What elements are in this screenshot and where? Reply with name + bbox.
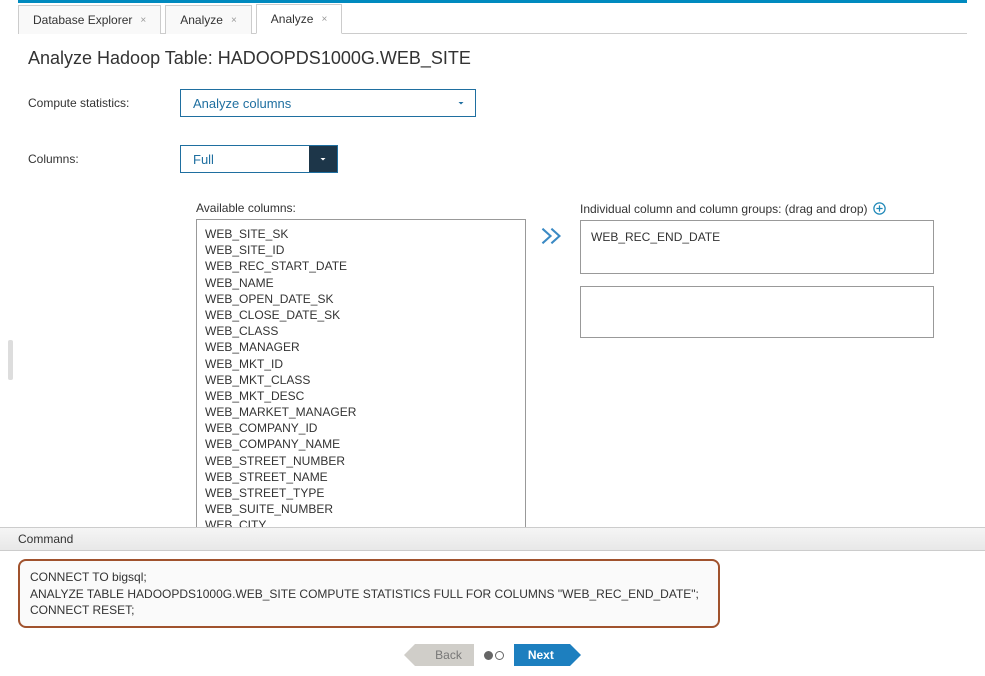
- chevron-down-icon[interactable]: [309, 146, 337, 172]
- command-line: ANALYZE TABLE HADOOPDS1000G.WEB_SITE COM…: [30, 586, 708, 602]
- column-group-listbox[interactable]: [580, 286, 934, 338]
- tab[interactable]: Analyze ×: [256, 4, 343, 34]
- close-icon[interactable]: ×: [140, 15, 146, 26]
- step-pager: [484, 651, 504, 660]
- compute-label: Compute statistics:: [28, 96, 180, 110]
- list-item[interactable]: WEB_SITE_SK: [205, 226, 517, 242]
- target-columns-label: Individual column and column groups: (dr…: [580, 201, 934, 216]
- list-item[interactable]: WEB_MKT_ID: [205, 356, 517, 372]
- list-item[interactable]: WEB_STREET_NUMBER: [205, 453, 517, 469]
- scrollbar[interactable]: [8, 340, 13, 380]
- list-item[interactable]: WEB_COMPANY_NAME: [205, 436, 517, 452]
- list-item[interactable]: WEB_MKT_DESC: [205, 388, 517, 404]
- step-dot: [495, 651, 504, 660]
- chevron-down-icon[interactable]: [447, 90, 475, 116]
- tab-label: Analyze: [271, 12, 314, 26]
- columns-mode-value: Full: [181, 146, 309, 172]
- list-item[interactable]: WEB_OPEN_DATE_SK: [205, 291, 517, 307]
- columns-label: Columns:: [28, 152, 180, 166]
- next-button-label: Next: [514, 644, 570, 666]
- transfer-right-icon[interactable]: [540, 225, 566, 247]
- step-dot: [484, 651, 493, 660]
- list-item[interactable]: WEB_NAME: [205, 275, 517, 291]
- back-button-label: Back: [415, 644, 474, 666]
- tab-label: Analyze: [180, 13, 223, 27]
- list-item[interactable]: WEB_REC_START_DATE: [205, 258, 517, 274]
- next-button[interactable]: Next: [514, 644, 581, 666]
- list-item[interactable]: WEB_MANAGER: [205, 339, 517, 355]
- compute-statistics-value: Analyze columns: [181, 90, 447, 116]
- list-item[interactable]: WEB_STREET_NAME: [205, 469, 517, 485]
- selected-columns-listbox[interactable]: WEB_REC_END_DATE: [580, 220, 934, 274]
- list-item[interactable]: WEB_REC_END_DATE: [591, 229, 923, 245]
- add-group-icon[interactable]: [872, 201, 887, 216]
- available-columns-label: Available columns:: [196, 201, 526, 215]
- back-button[interactable]: Back: [404, 644, 474, 666]
- tab[interactable]: Database Explorer ×: [18, 5, 161, 34]
- wizard-footer: Back Next: [0, 640, 985, 670]
- list-item[interactable]: WEB_MKT_CLASS: [205, 372, 517, 388]
- available-columns-listbox[interactable]: WEB_SITE_SKWEB_SITE_IDWEB_REC_START_DATE…: [196, 219, 526, 547]
- close-icon[interactable]: ×: [321, 14, 327, 25]
- command-preview: CONNECT TO bigsql;ANALYZE TABLE HADOOPDS…: [18, 559, 720, 628]
- compute-statistics-dropdown[interactable]: Analyze columns: [180, 89, 476, 117]
- list-item[interactable]: WEB_COMPANY_ID: [205, 420, 517, 436]
- list-item[interactable]: WEB_CLOSE_DATE_SK: [205, 307, 517, 323]
- list-item[interactable]: WEB_MARKET_MANAGER: [205, 404, 517, 420]
- command-header: Command: [0, 527, 985, 551]
- tabs-bar: Database Explorer × Analyze × Analyze ×: [18, 3, 967, 34]
- tab-label: Database Explorer: [33, 13, 132, 27]
- command-line: CONNECT RESET;: [30, 602, 708, 618]
- list-item[interactable]: WEB_STREET_TYPE: [205, 485, 517, 501]
- page-title: Analyze Hadoop Table: HADOOPDS1000G.WEB_…: [28, 48, 957, 69]
- list-item[interactable]: WEB_SITE_ID: [205, 242, 517, 258]
- target-label-text: Individual column and column groups: (dr…: [580, 202, 868, 216]
- columns-mode-dropdown[interactable]: Full: [180, 145, 338, 173]
- list-item[interactable]: WEB_SUITE_NUMBER: [205, 501, 517, 517]
- tab[interactable]: Analyze ×: [165, 5, 252, 34]
- list-item[interactable]: WEB_CLASS: [205, 323, 517, 339]
- command-line: CONNECT TO bigsql;: [30, 569, 708, 585]
- close-icon[interactable]: ×: [231, 15, 237, 26]
